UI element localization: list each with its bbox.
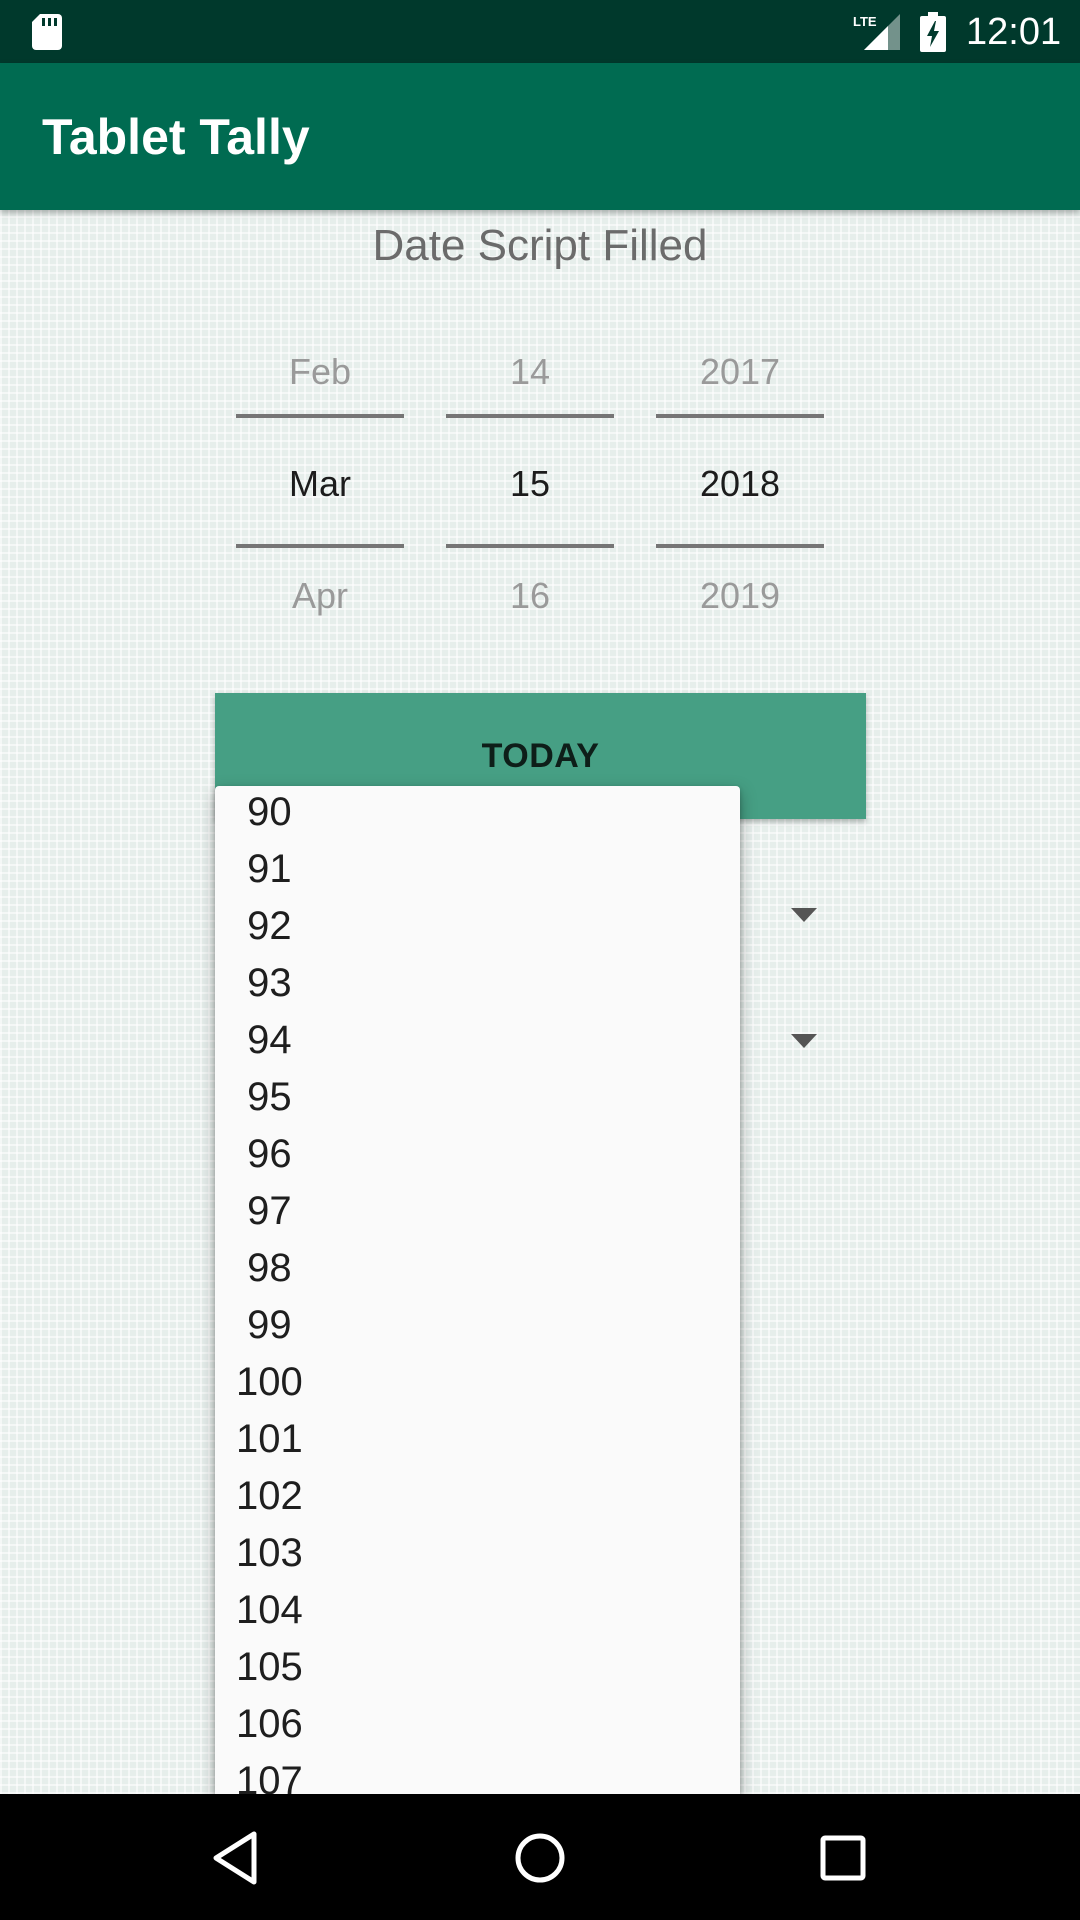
day-next[interactable]: 16 [446,574,614,618]
list-item[interactable]: 103 [215,1525,740,1582]
year-next[interactable]: 2019 [656,574,824,618]
month-next[interactable]: Apr [236,574,404,618]
main-content: Date Script Filled Feb Mar Apr 14 15 16 … [0,210,1080,1794]
battery-charging-icon [920,12,946,52]
home-icon[interactable] [510,1828,570,1888]
day-current[interactable]: 15 [446,462,614,506]
list-item[interactable]: 99 [215,1297,740,1354]
year-picker[interactable]: 2017 2018 2019 [656,210,824,630]
list-item[interactable]: 96 [215,1126,740,1183]
list-item[interactable]: 107 [215,1753,740,1794]
list-item[interactable]: 92 [215,898,740,955]
recents-icon[interactable] [813,1828,873,1888]
network-type-label: LTE [853,14,877,29]
quantity-dropdown-list[interactable]: 90 91 92 93 94 95 96 97 98 99 100 101 10… [215,786,740,1794]
day-prev[interactable]: 14 [446,350,614,394]
year-current[interactable]: 2018 [656,462,824,506]
lte-signal-icon: LTE [853,14,900,50]
list-item[interactable]: 104 [215,1582,740,1639]
day-divider-top [446,414,614,418]
list-item[interactable]: 94 [215,1012,740,1069]
list-item[interactable]: 95 [215,1069,740,1126]
list-item[interactable]: 90 [215,786,740,841]
list-item[interactable]: 102 [215,1468,740,1525]
list-item[interactable]: 98 [215,1240,740,1297]
back-icon[interactable] [206,1828,266,1888]
sd-card-icon [32,14,62,50]
app-title: Tablet Tally [42,109,310,165]
month-picker[interactable]: Feb Mar Apr [236,210,404,630]
list-item[interactable]: 106 [215,1696,740,1753]
month-divider-bottom [236,544,404,548]
status-bar: LTE 12:01 [0,0,1080,63]
list-item[interactable]: 93 [215,955,740,1012]
chevron-down-icon[interactable] [791,908,817,922]
list-item[interactable]: 105 [215,1639,740,1696]
list-item[interactable]: 91 [215,841,740,898]
year-divider-bottom [656,544,824,548]
status-clock: 12:01 [966,11,1062,53]
list-item[interactable]: 100 [215,1354,740,1411]
year-prev[interactable]: 2017 [656,350,824,394]
chevron-down-icon[interactable] [791,1034,817,1048]
navigation-bar [0,1794,1080,1920]
day-picker[interactable]: 14 15 16 [446,210,614,630]
list-item[interactable]: 97 [215,1183,740,1240]
year-divider-top [656,414,824,418]
month-divider-top [236,414,404,418]
list-item[interactable]: 101 [215,1411,740,1468]
month-current[interactable]: Mar [236,462,404,506]
month-prev[interactable]: Feb [236,350,404,394]
app-bar: Tablet Tally [0,63,1080,210]
day-divider-bottom [446,544,614,548]
